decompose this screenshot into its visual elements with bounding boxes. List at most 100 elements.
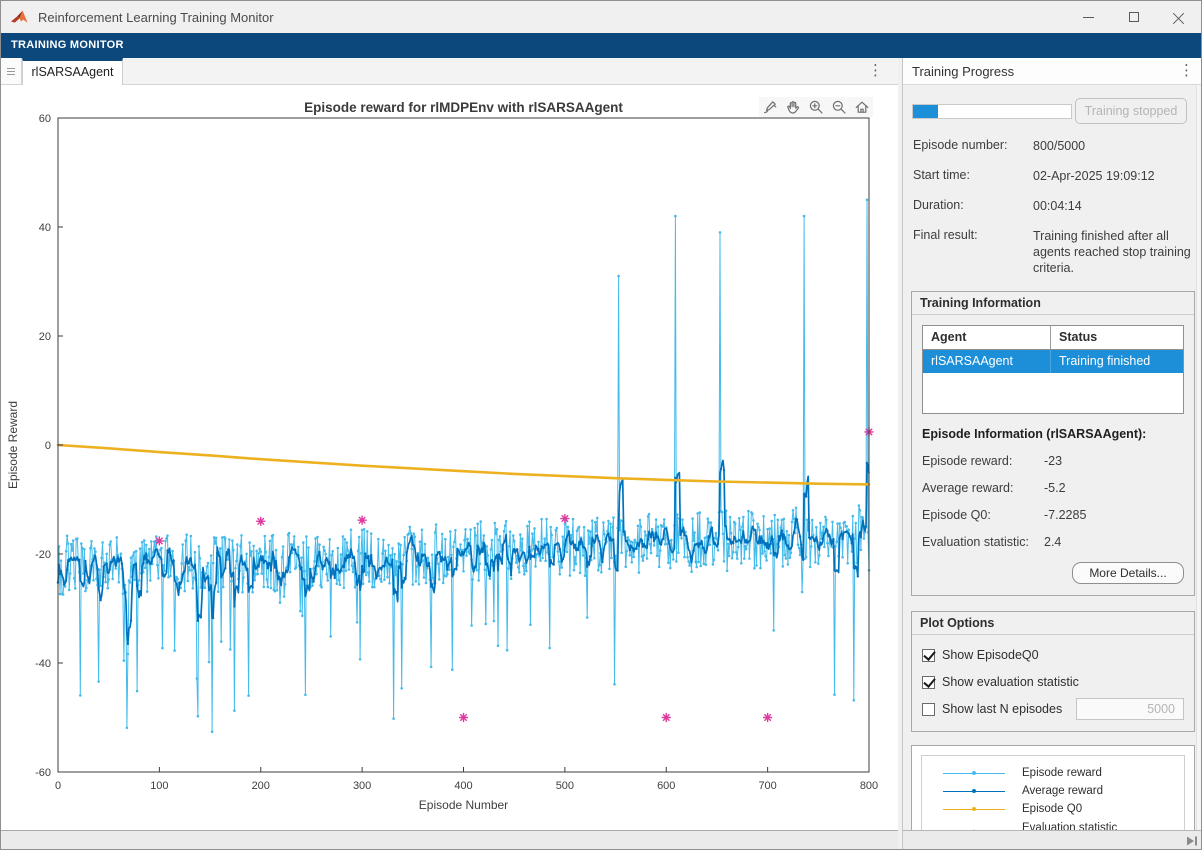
svg-text:700: 700: [758, 780, 776, 792]
svg-text:300: 300: [353, 780, 371, 792]
cell-status: Training finished: [1051, 350, 1183, 373]
episode-info-value: -23: [1044, 454, 1062, 468]
column-header-status: Status: [1051, 326, 1183, 349]
svg-text:-40: -40: [35, 658, 51, 670]
legend-label: Average reward: [1022, 785, 1103, 798]
episode-info-title: Episode Information (rlSARSAAgent):: [922, 427, 1184, 441]
pan-hand-icon[interactable]: [784, 98, 802, 116]
svg-text:20: 20: [39, 331, 51, 343]
episode-info-label: Evaluation statistic:: [922, 535, 1044, 549]
average-reward-row: Average reward: -5.2: [922, 481, 1184, 495]
episode-info-value: 2.4: [1044, 535, 1061, 549]
svg-text:Episode Reward: Episode Reward: [6, 401, 20, 489]
group-title: Plot Options: [912, 612, 1194, 635]
show-episodeq0-checkbox[interactable]: [922, 649, 935, 662]
info-label: Start time:: [913, 168, 1033, 184]
svg-text:60: 60: [39, 113, 51, 125]
legend-entry-episode-reward: Episode reward: [926, 765, 1180, 781]
app-window: Reinforcement Learning Training Monitor …: [0, 0, 1202, 850]
legend-label: Episode Q0: [1022, 803, 1082, 816]
episode-info-value: -5.2: [1044, 481, 1066, 495]
svg-text:-60: -60: [35, 767, 51, 779]
info-row-start-time: Start time: 02-Apr-2025 19:09:12: [913, 168, 1193, 184]
skip-to-end-icon[interactable]: [1185, 835, 1199, 847]
zoom-out-icon[interactable]: [830, 98, 848, 116]
legend-entry-evaluation-statistic: Evaluation statistic (MeanEpisodeReward): [926, 822, 1180, 830]
panel-kebab-icon[interactable]: ⋮: [1179, 61, 1194, 79]
maximize-button[interactable]: [1111, 1, 1156, 33]
training-information-group: Training Information Agent Status rlSARS…: [911, 291, 1195, 596]
svg-text:800: 800: [860, 780, 878, 792]
more-details-row: More Details...: [922, 562, 1184, 584]
axes-toolbar: [759, 97, 873, 117]
svg-text:100: 100: [150, 780, 168, 792]
cell-agent: rlSARSAAgent: [923, 350, 1051, 373]
horizontal-scrollbar-right[interactable]: [902, 830, 1202, 850]
info-value: 02-Apr-2025 19:09:12: [1033, 168, 1193, 184]
info-value: Training finished after all agents reach…: [1033, 228, 1193, 276]
info-label: Final result:: [913, 228, 1033, 276]
episode-reward-row: Episode reward: -23: [922, 454, 1184, 468]
table-row[interactable]: rlSARSAAgent Training finished: [923, 350, 1183, 373]
checkbox-label: Show last N episodes: [942, 702, 1062, 716]
info-label: Episode number:: [913, 138, 1033, 154]
tab-training-monitor[interactable]: TRAINING MONITOR: [1, 33, 134, 58]
tab-strip-kebab-icon[interactable]: ⋮: [868, 61, 883, 79]
info-row-final-result: Final result: Training finished after al…: [913, 228, 1193, 276]
show-episodeq0-row: Show EpisodeQ0: [922, 648, 1184, 662]
column-header-agent: Agent: [923, 326, 1051, 349]
episode-q0-row: Episode Q0: -7.2285: [922, 508, 1184, 522]
legend-entry-episode-q0: Episode Q0: [926, 801, 1180, 817]
home-restore-view-icon[interactable]: [853, 98, 871, 116]
checkbox-label: Show evaluation statistic: [942, 675, 1079, 689]
horizontal-scrollbar-left[interactable]: [1, 830, 898, 850]
table-empty-area: [923, 373, 1183, 413]
show-last-n-episodes-checkbox[interactable]: [922, 703, 935, 716]
svg-text:200: 200: [252, 780, 270, 792]
last-n-episodes-input[interactable]: 5000: [1076, 698, 1184, 720]
zoom-in-icon[interactable]: [807, 98, 825, 116]
episode-info-label: Average reward:: [922, 481, 1044, 495]
training-stopped-button[interactable]: Training stopped: [1075, 98, 1187, 124]
asterisk-icon: [966, 827, 982, 830]
info-value: 800/5000: [1033, 138, 1193, 154]
show-last-n-episodes-row: Show last N episodes 5000: [922, 702, 1184, 716]
svg-text:Episode Number: Episode Number: [419, 798, 508, 812]
table-header-row: Agent Status: [923, 326, 1183, 350]
svg-text:500: 500: [556, 780, 574, 792]
minimize-button[interactable]: [1066, 1, 1111, 33]
tab-list-menu-button[interactable]: [1, 58, 22, 84]
list-icon: [7, 68, 15, 75]
chart-pane: Episode reward for rlMDPEnv with rlSARSA…: [1, 85, 898, 830]
episode-info-value: -7.2285: [1044, 508, 1086, 522]
evaluation-statistic-asterisk-sample: [926, 827, 1022, 830]
maximize-icon: [1129, 12, 1139, 22]
svg-text:40: 40: [39, 222, 51, 234]
legend-entry-average-reward: Average reward: [926, 783, 1180, 799]
more-details-button[interactable]: More Details...: [1072, 562, 1184, 584]
svg-text:400: 400: [454, 780, 472, 792]
progress-fill: [913, 105, 938, 118]
legend-inner-box: Episode reward Average reward Episode Q0: [921, 755, 1185, 830]
window-title: Reinforcement Learning Training Monitor: [38, 10, 274, 25]
svg-text:600: 600: [657, 780, 675, 792]
info-row-duration: Duration: 00:04:14: [913, 198, 1193, 214]
vertical-scrollbar[interactable]: [1196, 85, 1202, 830]
info-row-episode-number: Episode number: 800/5000: [913, 138, 1193, 154]
toolstrip: TRAINING MONITOR: [1, 33, 1201, 58]
brush-icon[interactable]: [761, 98, 779, 116]
info-value: 00:04:14: [1033, 198, 1193, 214]
tab-rlsarsaagent[interactable]: rlSARSAAgent: [22, 58, 123, 85]
close-button[interactable]: [1156, 1, 1201, 33]
svg-text:0: 0: [55, 780, 61, 792]
panel-header: Training Progress ⋮: [903, 58, 1202, 85]
panel-body: Training stopped Episode number: 800/500…: [903, 85, 1202, 830]
show-evaluation-statistic-checkbox[interactable]: [922, 676, 935, 689]
training-chart[interactable]: 0100200300400500600700800-60-40-20020406…: [1, 85, 898, 830]
title-bar: Reinforcement Learning Training Monitor: [1, 1, 1201, 33]
panel-title: Training Progress: [912, 64, 1014, 79]
checkbox-label: Show EpisodeQ0: [942, 648, 1039, 662]
episode-info-label: Episode Q0:: [922, 508, 1044, 522]
show-evaluation-statistic-row: Show evaluation statistic: [922, 675, 1184, 689]
svg-text:0: 0: [45, 440, 51, 452]
